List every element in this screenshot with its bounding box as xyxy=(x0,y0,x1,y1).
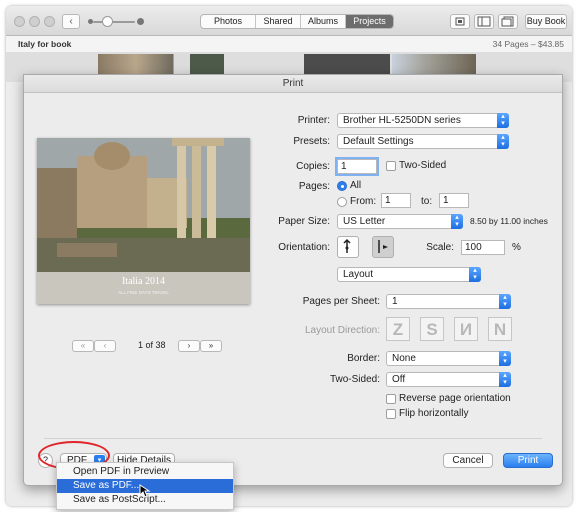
project-summary: 34 Pages – $43.85 xyxy=(492,39,564,49)
paper-size-select[interactable]: US Letter ▴ ▾ xyxy=(337,214,463,229)
zoom-window-button[interactable] xyxy=(44,16,55,27)
preview-caption: Italia 2014 xyxy=(121,276,166,287)
orientation-label: Orientation: xyxy=(278,242,330,253)
chevron-up-down-icon: ▴ ▾ xyxy=(499,372,511,387)
print-section-value: Layout xyxy=(343,269,374,280)
share-button[interactable] xyxy=(498,14,518,29)
tab-photos[interactable]: Photos xyxy=(201,15,256,28)
copies-field[interactable]: 1 xyxy=(337,159,377,174)
pages-per-sheet-value: 1 xyxy=(392,296,398,307)
layout-direction-n-reverse-button[interactable]: И xyxy=(454,317,478,341)
view-tabs: Photos Shared Albums Projects xyxy=(200,14,394,29)
last-page-button[interactable]: » xyxy=(200,340,222,352)
presets-select[interactable]: Default Settings ▴ ▾ xyxy=(337,134,509,149)
scale-unit: % xyxy=(512,242,521,253)
flip-horizontally-checkbox[interactable] xyxy=(386,409,396,419)
landscape-icon xyxy=(378,240,388,253)
layout-direction-z-button[interactable]: Z xyxy=(386,317,410,341)
chevron-up-down-icon: ▴ ▾ xyxy=(499,351,511,366)
print-dialog: Print Italia 2014 ALL FINE DAYS TRAVEL « xyxy=(23,74,563,486)
project-title: Italy for book xyxy=(18,39,72,49)
title-bar: ‹ Photos Shared Albums Projects Buy Book xyxy=(6,6,572,36)
menu-item-open-pdf-in-preview[interactable]: Open PDF in Preview xyxy=(57,465,233,479)
layout-icon xyxy=(455,17,465,26)
pages-from-label: From: xyxy=(350,196,377,207)
dialog-divider xyxy=(44,438,542,439)
minimize-window-button[interactable] xyxy=(29,16,40,27)
two-sided-checkbox[interactable] xyxy=(386,161,396,171)
layout-direction-s-button[interactable]: S xyxy=(420,317,444,341)
paper-size-label: Paper Size: xyxy=(278,216,330,227)
paper-size-value: US Letter xyxy=(343,216,386,227)
printer-value: Brother HL-5250DN series xyxy=(343,115,461,126)
print-button[interactable]: Print xyxy=(503,453,553,468)
two-sided-value: Off xyxy=(392,374,406,385)
zoom-in-icon xyxy=(137,18,144,25)
chevron-up-down-icon: ▴ ▾ xyxy=(451,214,463,229)
chevron-up-down-icon: ▴ ▾ xyxy=(499,294,511,309)
printer-label: Printer: xyxy=(297,115,330,126)
chevron-up-down-icon: ▴ ▾ xyxy=(497,113,509,128)
close-window-button[interactable] xyxy=(14,16,25,27)
printer-select[interactable]: Brother HL-5250DN series ▴ ▾ xyxy=(337,113,509,128)
zoom-slider[interactable] xyxy=(93,21,135,23)
layout-direction-n-button[interactable]: N xyxy=(488,317,512,341)
sidebar-button[interactable] xyxy=(474,14,494,29)
scale-field[interactable]: 100 xyxy=(461,240,505,255)
presets-value: Default Settings xyxy=(343,136,414,147)
reverse-orientation-checkbox[interactable] xyxy=(386,394,396,404)
share-icon xyxy=(501,16,514,27)
pages-to-label: to: xyxy=(421,196,433,207)
preview-subcaption: ALL FINE DAYS TRAVEL xyxy=(118,290,169,295)
chevron-up-down-icon: ▴ ▾ xyxy=(497,134,509,149)
pages-per-sheet-select[interactable]: 1 ▴ ▾ xyxy=(386,294,511,309)
previous-page-button[interactable]: ‹ xyxy=(94,340,116,352)
back-button[interactable]: ‹ xyxy=(62,14,80,29)
two-sided-select[interactable]: Off ▴ ▾ xyxy=(386,372,511,387)
pages-all-label: All xyxy=(350,180,362,191)
pages-all-radio[interactable] xyxy=(337,181,347,191)
presets-label: Presets: xyxy=(293,136,330,147)
back-icon: ‹ xyxy=(69,16,73,27)
zoom-slider-knob[interactable] xyxy=(102,16,113,27)
sidebar-icon xyxy=(477,16,491,27)
two-sided-label: Two-Sided xyxy=(399,160,447,171)
reverse-orientation-label: Reverse page orientation xyxy=(399,393,511,404)
chevron-up-down-icon: ▴ ▾ xyxy=(469,267,481,282)
pages-label: Pages: xyxy=(298,181,330,192)
tab-shared[interactable]: Shared xyxy=(256,15,301,28)
flip-horizontally-label: Flip horizontally xyxy=(399,408,469,419)
pages-to-field[interactable]: 1 xyxy=(439,193,469,208)
first-page-button[interactable]: « xyxy=(72,340,94,352)
pointer-cursor-icon xyxy=(139,484,151,498)
print-preview: Italia 2014 ALL FINE DAYS TRAVEL xyxy=(37,138,250,304)
pages-from-radio[interactable] xyxy=(337,197,347,207)
next-page-button[interactable]: › xyxy=(178,340,200,352)
tab-projects[interactable]: Projects xyxy=(346,15,393,28)
landscape-button[interactable] xyxy=(372,236,394,258)
scale-label: Scale: xyxy=(426,242,454,253)
preview-photo xyxy=(37,138,250,272)
border-select[interactable]: None ▴ ▾ xyxy=(386,351,511,366)
cancel-button[interactable]: Cancel xyxy=(443,453,493,468)
print-section-select[interactable]: Layout ▴ ▾ xyxy=(337,267,481,282)
pages-per-sheet-label: Pages per Sheet: xyxy=(302,296,380,307)
tab-albums[interactable]: Albums xyxy=(301,15,346,28)
layout-button[interactable] xyxy=(450,14,470,29)
buy-book-button[interactable]: Buy Book xyxy=(525,14,567,29)
portrait-icon xyxy=(343,238,351,253)
project-info-bar: Italy for book 34 Pages – $43.85 xyxy=(6,36,572,52)
two-sided-option-label: Two-Sided: xyxy=(329,374,380,385)
layout-direction-label: Layout Direction: xyxy=(304,325,380,336)
portrait-button[interactable] xyxy=(337,236,359,258)
pages-from-field[interactable]: 1 xyxy=(381,193,411,208)
paper-dimensions: 8.50 by 11.00 inches xyxy=(470,216,548,226)
border-label: Border: xyxy=(347,353,380,364)
page-counter: 1 of 38 xyxy=(138,340,166,350)
photos-window: ‹ Photos Shared Albums Projects Buy Book… xyxy=(6,6,572,506)
copies-label: Copies: xyxy=(296,161,330,172)
border-value: None xyxy=(392,353,416,364)
print-dialog-title: Print xyxy=(24,75,562,93)
pdf-dropdown-menu: Open PDF in Preview Save as PDF... Save … xyxy=(56,462,234,510)
